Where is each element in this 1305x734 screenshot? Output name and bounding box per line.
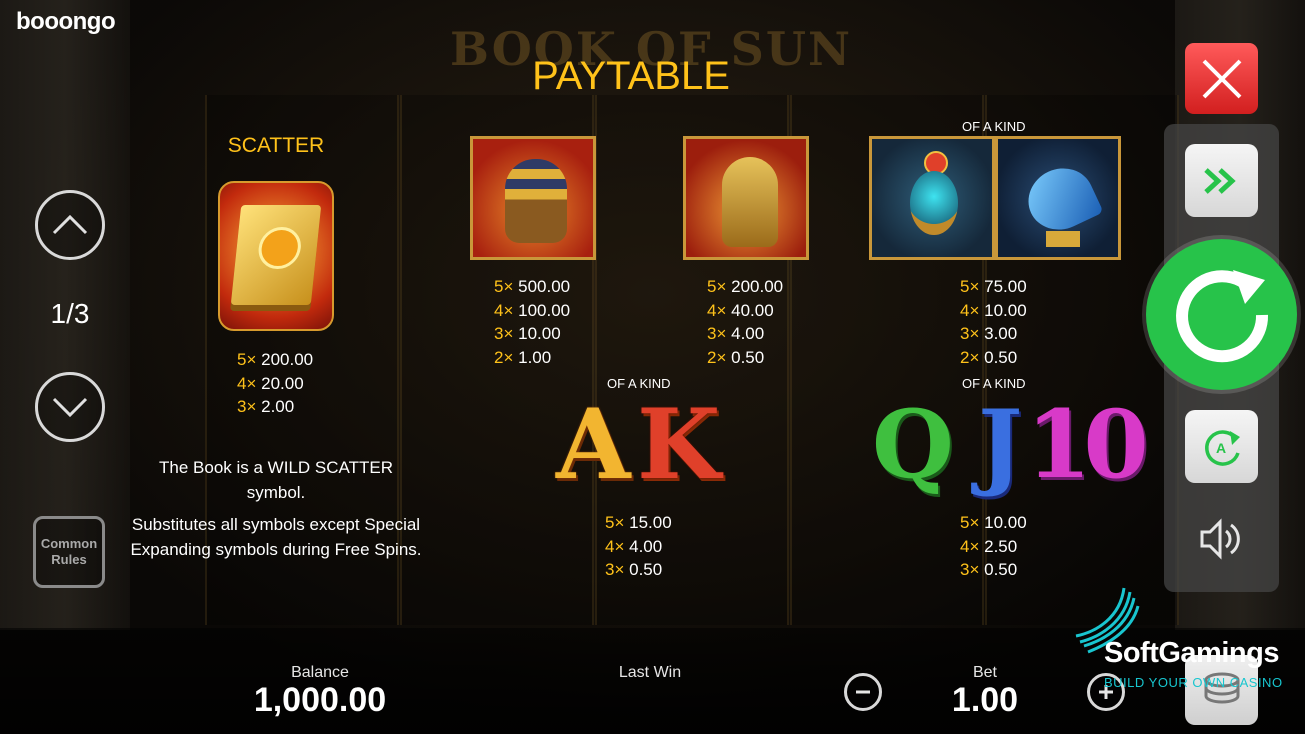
ten-symbol: 10 bbox=[1026, 390, 1149, 500]
autoplay-button[interactable]: A bbox=[1185, 410, 1258, 483]
autoplay-icon: A bbox=[1204, 429, 1240, 466]
bet-decrease-button[interactable] bbox=[844, 673, 882, 711]
spin-icon bbox=[1175, 269, 1268, 362]
common-rules-button[interactable]: Common Rules bbox=[33, 516, 105, 588]
bet-label: Bet bbox=[972, 664, 997, 681]
j-symbol: J bbox=[978, 390, 1023, 500]
last-win-label: Last Win bbox=[618, 664, 682, 681]
bet-value: 1.00 bbox=[951, 681, 1019, 719]
q-symbol: Q bbox=[872, 390, 954, 500]
minus-icon bbox=[856, 690, 870, 694]
k-symbol: K bbox=[637, 388, 721, 501]
horus-paytable: 5× 200.00 4× 40.00 3× 4.00 2× 0.50 bbox=[707, 277, 784, 367]
down-arrow-icon bbox=[52, 397, 88, 418]
turbo-button[interactable] bbox=[1185, 144, 1258, 217]
spin-button[interactable] bbox=[1146, 239, 1297, 390]
scatter-paytable: 5× 200.00 4× 20.00 3× 2.00 bbox=[237, 350, 314, 416]
fast-forward-icon bbox=[1203, 167, 1236, 194]
close-button[interactable] bbox=[1185, 43, 1258, 114]
scatter-description-2: Substitutes all symbols except Special E… bbox=[130, 515, 422, 559]
of-a-kind-label: OF A KIND bbox=[962, 119, 1026, 134]
page-down-button[interactable] bbox=[35, 372, 105, 442]
pharaoh-symbol bbox=[470, 136, 596, 260]
scatter-description-1: The Book is a WILD SCATTER symbol. bbox=[159, 458, 393, 502]
balance-label: Balance bbox=[291, 664, 349, 681]
a-symbol: A bbox=[556, 388, 631, 501]
page-title: PAYTABLE bbox=[532, 54, 730, 98]
up-arrow-icon bbox=[52, 214, 88, 235]
of-a-kind-label: OF A KIND bbox=[962, 376, 1026, 391]
provider-logo: booongo bbox=[16, 8, 116, 35]
close-icon bbox=[1202, 59, 1241, 98]
bird-symbol bbox=[995, 136, 1121, 260]
balance-value: 1,000.00 bbox=[253, 681, 387, 719]
qj10-paytable: 5× 10.00 4× 2.50 3× 0.50 bbox=[960, 513, 1027, 579]
svg-text:A: A bbox=[1216, 440, 1226, 456]
scarab-symbol bbox=[869, 136, 995, 260]
book-scatter-symbol bbox=[218, 181, 334, 331]
pharaoh-paytable: 5× 500.00 4× 100.00 3× 10.00 2× 1.00 bbox=[494, 277, 571, 367]
sound-icon bbox=[1200, 518, 1240, 560]
sound-button[interactable] bbox=[1196, 514, 1246, 564]
page-indicator: 1/3 bbox=[50, 298, 90, 329]
horus-symbol bbox=[683, 136, 809, 260]
softgamings-name: SoftGamings bbox=[1104, 637, 1279, 669]
scatter-label: SCATTER bbox=[227, 134, 325, 157]
scarab-bird-paytable: 5× 75.00 4× 10.00 3× 3.00 2× 0.50 bbox=[960, 277, 1027, 367]
page-up-button[interactable] bbox=[35, 190, 105, 260]
softgamings-tagline: BUILD YOUR OWN CASINO bbox=[1104, 675, 1283, 690]
ak-paytable: 5× 15.00 4× 4.00 3× 0.50 bbox=[605, 513, 672, 579]
